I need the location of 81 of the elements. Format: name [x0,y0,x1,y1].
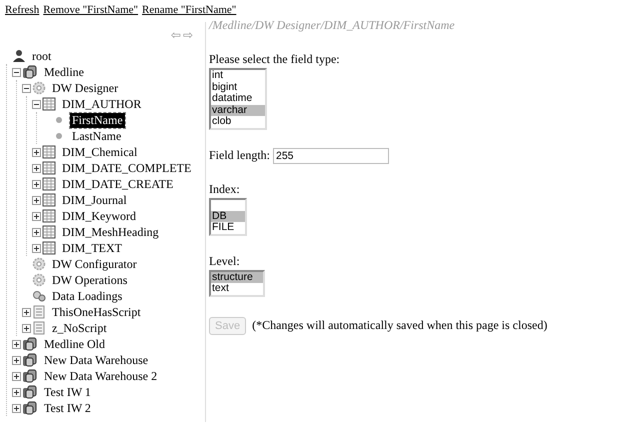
collapse-icon[interactable] [32,100,41,108]
database-icon [22,369,38,383]
expand-icon[interactable] [32,164,41,172]
database-icon [22,353,38,367]
toolbar-link[interactable]: Refresh [5,4,40,22]
table-icon [42,209,56,223]
table-icon [42,193,56,207]
gear-icon [32,257,46,271]
tree-item[interactable]: DIM_Keyword [60,208,138,224]
note-text: (*Changes will automatically saved when this page is closed) [252,318,548,333]
list-option[interactable]: text [211,283,263,294]
document-icon [32,305,46,319]
expand-icon[interactable] [32,180,41,188]
tree-item[interactable]: LastName [70,128,124,144]
tree-item[interactable]: ThisOneHasScript [50,304,143,320]
database-icon [22,385,38,399]
expand-icon[interactable] [32,244,41,252]
expand-icon[interactable] [32,228,41,236]
tree-item[interactable]: DW Configurator [50,256,139,272]
tree-item[interactable]: DIM_AUTHOR [60,96,144,112]
field-label: Field length: [209,148,270,163]
field-label: Index: [209,182,241,196]
tree-item[interactable]: New Data Warehouse [42,352,150,368]
list-option[interactable]: varchar [211,104,265,116]
table-icon [42,97,56,111]
expand-icon[interactable] [32,148,41,156]
field-label: Please select the field type: [209,52,341,67]
list-option[interactable]: int [211,70,265,82]
tree-item[interactable]: Data Loadings [50,288,124,304]
tree-item[interactable]: DW Operations [50,272,130,288]
list-option[interactable]: FILE [211,222,245,234]
gear-icon [32,81,46,95]
input-field[interactable]: 255 [273,148,389,164]
tree-item[interactable]: New Data Warehouse 2 [42,368,160,384]
expand-icon[interactable] [12,356,21,364]
gears-icon [32,289,46,303]
tree-item[interactable]: DIM_Chemical [60,144,140,160]
user-icon [12,49,26,63]
database-icon [22,65,38,79]
list-option[interactable]: datatime [211,93,265,104]
list-box[interactable]: DB FILE [209,198,247,236]
tree-item[interactable]: DIM_DATE_COMPLETE [60,160,194,176]
list-option[interactable]: structure [211,272,263,283]
tree-item[interactable]: DW Designer [50,80,120,96]
expand-icon[interactable] [22,324,31,332]
tree-item[interactable]: Medline [42,64,86,80]
collapse-icon[interactable] [22,84,31,92]
database-icon [22,401,38,415]
database-icon [22,337,38,351]
tree-item[interactable]: Test IW 2 [42,400,93,416]
expand-icon[interactable] [12,372,21,380]
list-box[interactable]: int bigint datatime varchar clob [209,68,267,130]
expand-icon[interactable] [32,212,41,220]
table-icon [42,177,56,191]
list-option[interactable]: DB [211,210,245,222]
tree-item[interactable]: DIM_TEXT [60,240,124,256]
tree-item[interactable]: DIM_Journal [60,192,129,208]
toolbar-link[interactable]: Remove "FirstName" [43,4,138,22]
expand-icon[interactable] [32,196,41,204]
table-icon [42,225,56,239]
tree-item[interactable]: DIM_DATE_CREATE [60,176,176,192]
tree-item[interactable]: FirstName [70,112,125,128]
list-option[interactable]: bigint [211,82,265,93]
collapse-icon[interactable] [12,68,21,76]
list-box[interactable]: structure text [209,270,265,296]
gear-icon [32,273,46,287]
table-icon [42,161,56,175]
expand-icon[interactable] [22,308,31,316]
expand-icon[interactable] [12,388,21,396]
tree-item[interactable]: Medline Old [42,336,107,352]
table-icon [42,145,56,159]
tree-item[interactable]: Test IW 1 [42,384,93,400]
document-icon [32,321,46,335]
expand-icon[interactable] [12,404,21,412]
expand-icon[interactable] [12,340,21,348]
table-icon [42,241,56,255]
tree-item[interactable]: z_NoScript [50,320,109,336]
list-option[interactable]: clob [211,116,265,128]
tree-item[interactable]: DIM_MeshHeading [60,224,161,240]
tree-item[interactable]: root [30,48,54,64]
field-label: Level: [209,254,241,268]
